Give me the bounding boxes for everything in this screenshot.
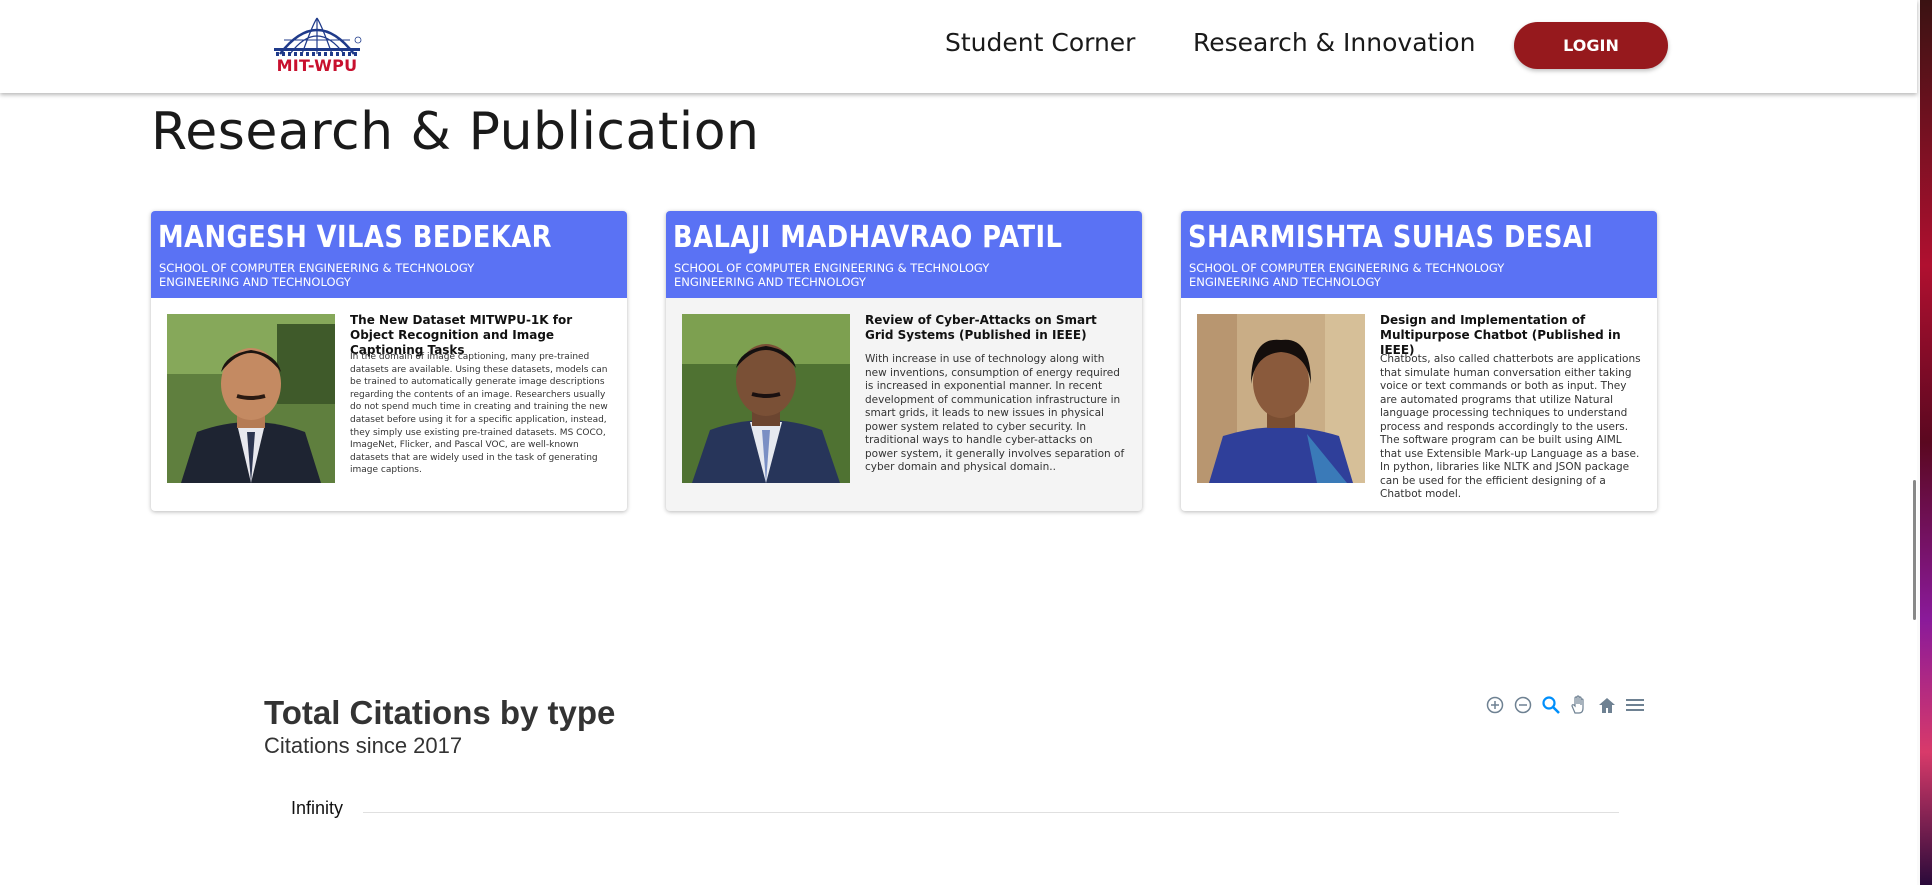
site-header: MIT-WPU Student Corner Research & Innova… <box>0 0 1917 93</box>
desktop-wallpaper-edge <box>1920 0 1932 885</box>
author-department: SCHOOL OF COMPUTER ENGINEERING & TECHNOL… <box>674 261 989 289</box>
publication-title: Review of Cyber-Attacks on Smart Grid Sy… <box>865 313 1097 342</box>
y-axis-tick-label: Infinity <box>291 798 344 818</box>
author-photo <box>1197 314 1365 483</box>
page-title: Research & Publication <box>151 102 760 162</box>
scrollbar-thumb[interactable] <box>1913 480 1916 620</box>
chart-title: Total Citations by type <box>264 694 616 731</box>
author-department: SCHOOL OF COMPUTER ENGINEERING & TECHNOL… <box>1189 261 1504 289</box>
dome-logo-icon <box>274 17 362 56</box>
author-name: SHARMISHTA SUHAS DESAI <box>1188 220 1594 255</box>
logo-text: MIT-WPU <box>276 56 358 75</box>
publication-card[interactable]: MANGESH VILAS BEDEKAR SCHOOL OF COMPUTER… <box>151 211 627 511</box>
department-line: ENGINEERING AND TECHNOLOGY <box>1189 275 1381 289</box>
author-photo <box>682 314 850 483</box>
nav-research-innovation[interactable]: Research & Innovation <box>1193 28 1475 57</box>
publication-abstract: With increase in use of technology along… <box>865 353 1125 473</box>
publication-abstract: In the domain of image captioning, many … <box>350 352 608 476</box>
publication-card[interactable]: BALAJI MADHAVRAO PATIL SCHOOL OF COMPUTE… <box>666 211 1142 511</box>
author-department: SCHOOL OF COMPUTER ENGINEERING & TECHNOL… <box>159 261 474 289</box>
department-line: SCHOOL OF COMPUTER ENGINEERING & TECHNOL… <box>674 261 990 275</box>
search-zoom-icon[interactable] <box>1540 694 1562 716</box>
card-header: MANGESH VILAS BEDEKAR SCHOOL OF COMPUTER… <box>151 211 627 298</box>
mit-wpu-logo[interactable]: MIT-WPU <box>272 14 362 78</box>
publication-abstract: Chatbots, also called chatterbots are ap… <box>1380 353 1641 500</box>
pan-hand-icon[interactable] <box>1568 694 1590 716</box>
zoom-in-icon[interactable] <box>1484 694 1506 716</box>
author-name: MANGESH VILAS BEDEKAR <box>158 220 552 255</box>
zoom-out-icon[interactable] <box>1512 694 1534 716</box>
department-line: SCHOOL OF COMPUTER ENGINEERING & TECHNOL… <box>159 261 475 275</box>
home-icon[interactable] <box>1596 694 1618 716</box>
page: MIT-WPU Student Corner Research & Innova… <box>0 0 1932 885</box>
chart-toolbar <box>1484 694 1646 716</box>
chart-subtitle: Citations since 2017 <box>264 733 463 758</box>
card-header: SHARMISHTA SUHAS DESAI SCHOOL OF COMPUTE… <box>1181 211 1657 298</box>
chart-gridline <box>363 812 1619 813</box>
author-photo <box>167 314 335 483</box>
department-line: ENGINEERING AND TECHNOLOGY <box>674 275 866 289</box>
card-header: BALAJI MADHAVRAO PATIL SCHOOL OF COMPUTE… <box>666 211 1142 298</box>
nav-student-corner[interactable]: Student Corner <box>945 28 1135 57</box>
publication-title: Design and Implementation of Multipurpos… <box>1380 313 1621 357</box>
department-line: ENGINEERING AND TECHNOLOGY <box>159 275 351 289</box>
login-button[interactable]: LOGIN <box>1514 22 1668 69</box>
author-name: BALAJI MADHAVRAO PATIL <box>673 220 1063 255</box>
publication-card[interactable]: SHARMISHTA SUHAS DESAI SCHOOL OF COMPUTE… <box>1181 211 1657 511</box>
department-line: SCHOOL OF COMPUTER ENGINEERING & TECHNOL… <box>1189 261 1505 275</box>
menu-icon[interactable] <box>1624 694 1646 716</box>
